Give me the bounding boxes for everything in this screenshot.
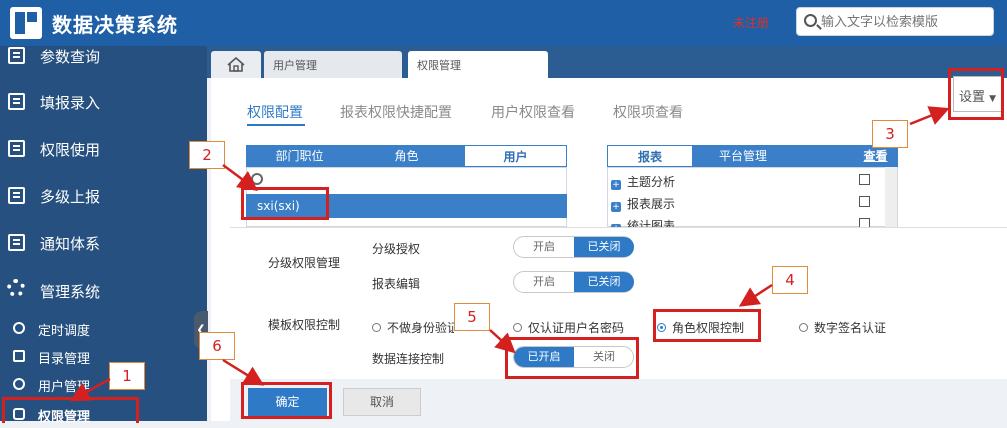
annotation-arrows (69, 106, 950, 402)
